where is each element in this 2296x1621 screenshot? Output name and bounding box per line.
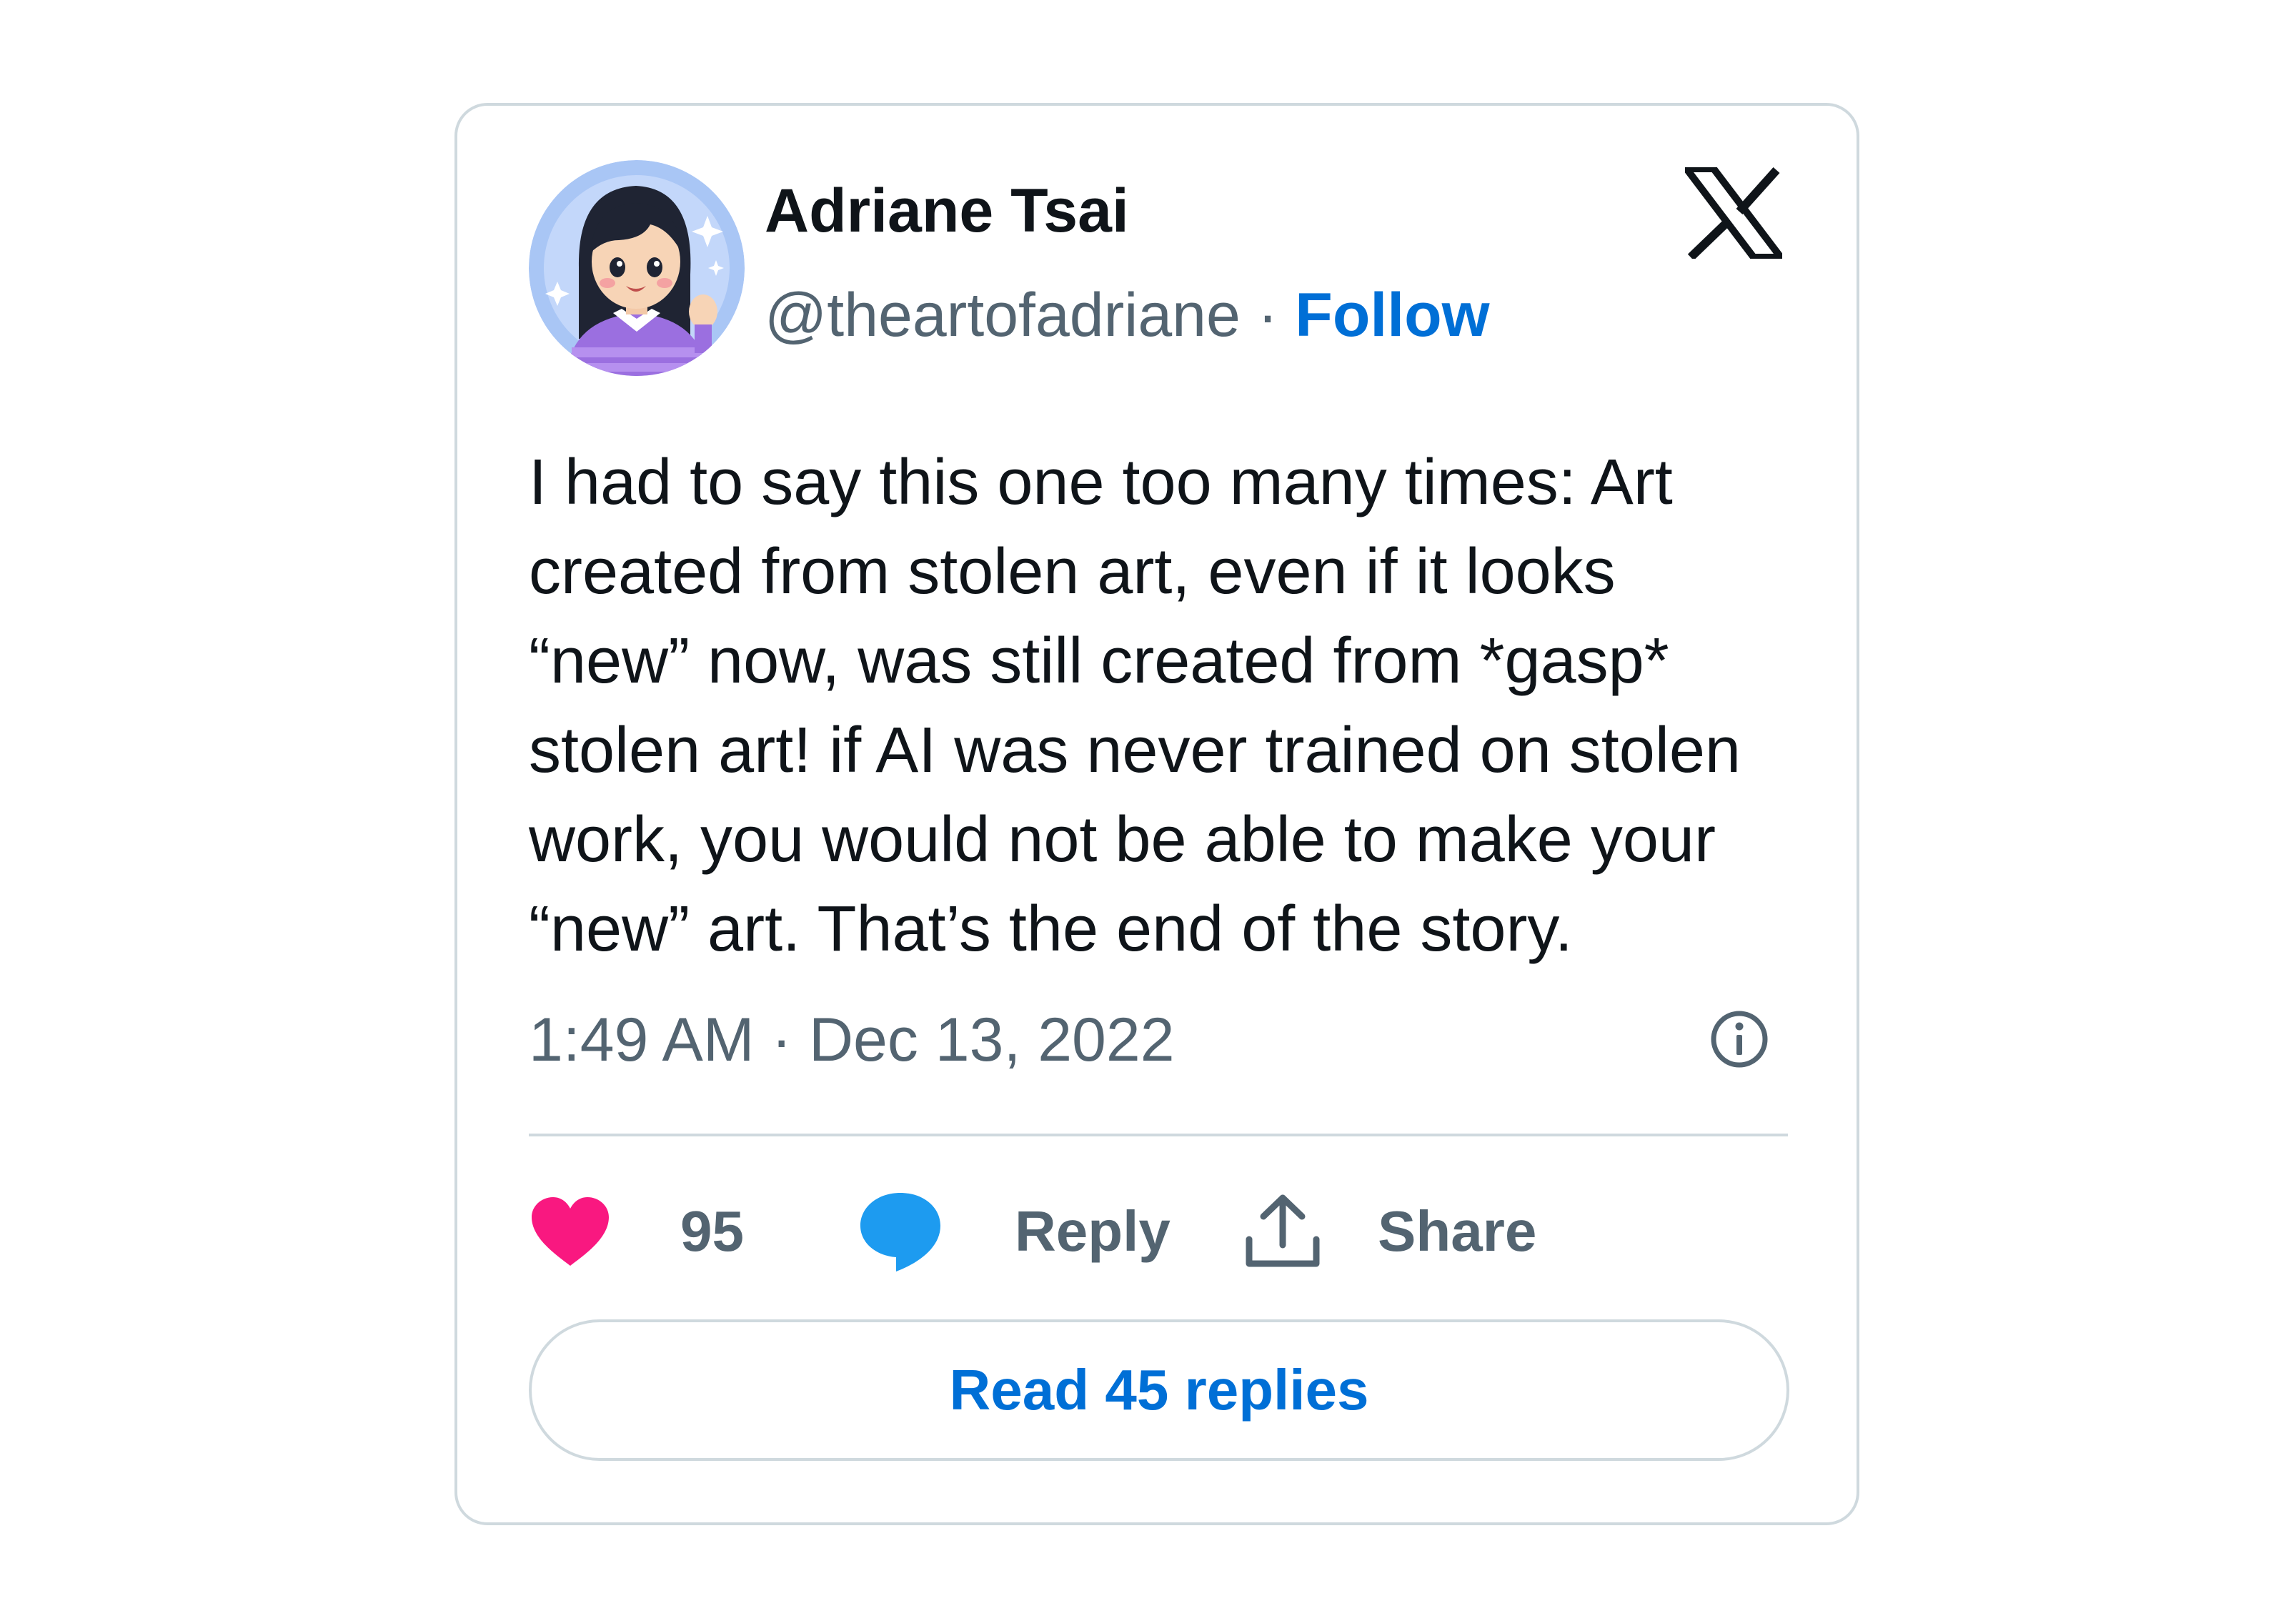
tweet-text-line: stolen art! if AI was never trained on s…: [529, 715, 1741, 786]
handle-separator: ·: [1257, 281, 1278, 350]
upload-arrow-icon: [1246, 1194, 1320, 1267]
tweet-text-line: “new” art. That’s the end of the story.: [529, 893, 1573, 965]
author-handle-row: @theartofadriane · Follow: [765, 284, 1490, 346]
tweet-card: Adriane Tsai @theartofadriane · Follow I…: [454, 103, 1859, 1525]
reply-button[interactable]: Reply: [858, 1185, 1171, 1278]
tweet-text-line: work, you would not be able to make your: [529, 804, 1716, 876]
tweet-text-line: I had to say this one too many times: Ar…: [529, 447, 1673, 518]
read-replies-button[interactable]: Read 45 replies: [529, 1319, 1789, 1461]
author-handle[interactable]: @theartofadriane: [765, 281, 1241, 350]
tweet-text-line: “new” now, was still created from *gasp*: [529, 625, 1669, 697]
like-count: 95: [680, 1199, 744, 1263]
info-circle-icon[interactable]: [1708, 1008, 1771, 1071]
follow-button[interactable]: Follow: [1295, 281, 1489, 350]
like-button[interactable]: 95: [529, 1185, 744, 1278]
author-name[interactable]: Adriane Tsai: [765, 180, 1129, 242]
speech-bubble-icon: [860, 1193, 940, 1271]
tweet-text-line: created from stolen art, even if it look…: [529, 536, 1616, 608]
share-button[interactable]: Share: [1243, 1185, 1536, 1278]
reply-label: Reply: [1015, 1199, 1171, 1263]
share-label: Share: [1378, 1199, 1537, 1263]
avatar-illustration-icon: [529, 160, 745, 376]
x-logo-icon[interactable]: [1685, 167, 1782, 259]
tweet-text: I had to say this one too many times: Ar…: [529, 438, 1801, 974]
heart-icon: [532, 1197, 609, 1266]
avatar[interactable]: [529, 160, 745, 376]
divider: [529, 1134, 1788, 1136]
tweet-timestamp[interactable]: 1:49 AM · Dec 13, 2022: [529, 1009, 1175, 1071]
